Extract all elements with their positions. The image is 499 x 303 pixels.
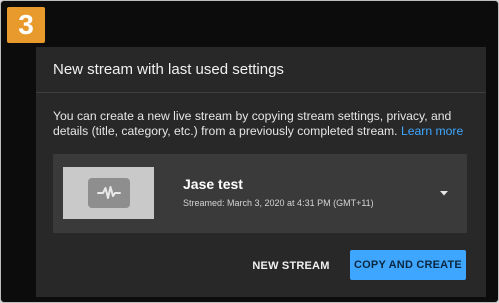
previous-stream-selector[interactable]: Jase test Streamed: March 3, 2020 at 4:3… [53, 154, 467, 233]
stream-title: Jase test [183, 176, 243, 192]
dialog-description: You can create a new live stream by copy… [53, 109, 478, 139]
caret-down-icon[interactable] [437, 186, 451, 200]
new-stream-dialog: New stream with last used settings You c… [36, 47, 486, 297]
description-text: You can create a new live stream by copy… [53, 109, 452, 138]
copy-and-create-button[interactable]: COPY AND CREATE [350, 250, 466, 280]
live-pulse-icon [87, 178, 130, 208]
learn-more-link[interactable]: Learn more [401, 124, 463, 138]
new-stream-button[interactable]: NEW STREAM [246, 252, 336, 280]
stream-thumbnail [63, 167, 154, 219]
step-number-badge: 3 [7, 7, 45, 43]
dialog-header: New stream with last used settings [36, 47, 486, 93]
dialog-title: New stream with last used settings [53, 61, 284, 78]
screenshot-frame: 3 New stream with last used settings You… [0, 0, 499, 303]
stream-date: Streamed: March 3, 2020 at 4:31 PM (GMT+… [183, 198, 374, 208]
